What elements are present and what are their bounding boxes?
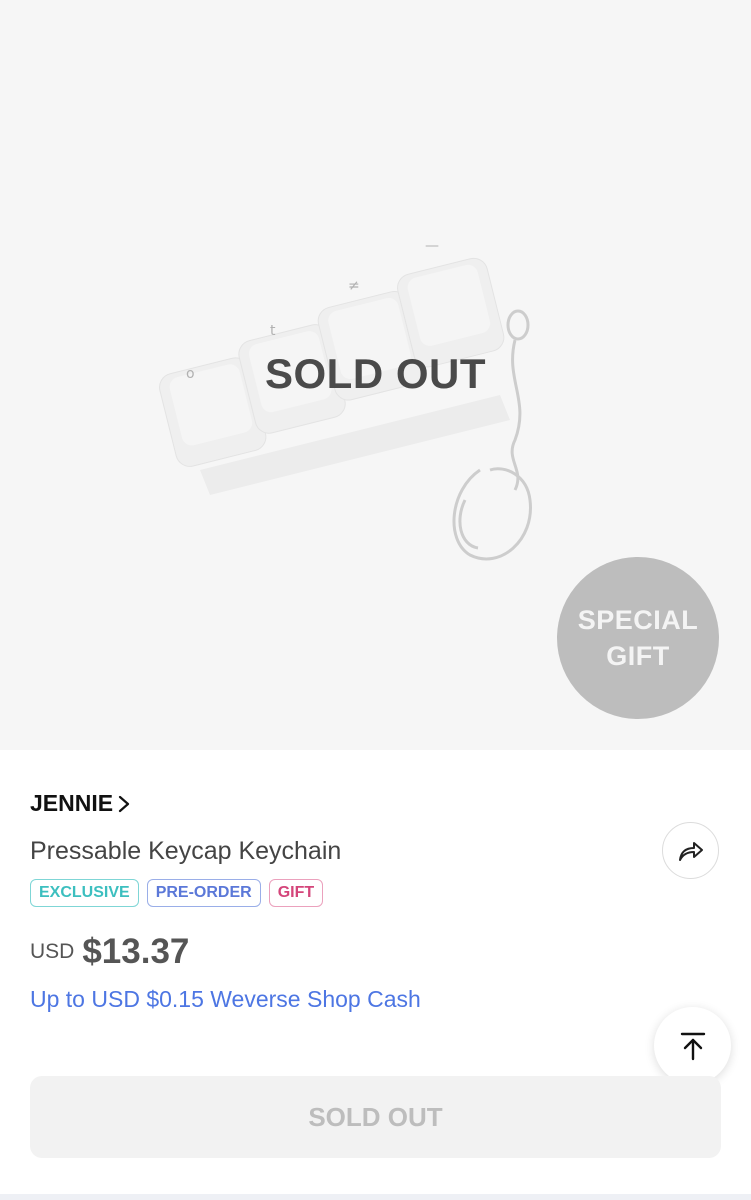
- tag-gift: GIFT: [268, 879, 324, 907]
- sold-out-button[interactable]: SOLD OUT: [30, 1076, 721, 1158]
- tag-exclusive: EXCLUSIVE: [30, 879, 139, 907]
- scroll-to-top-button[interactable]: [654, 1007, 731, 1084]
- chevron-right-icon: [118, 795, 130, 812]
- badge-line-2: GIFT: [606, 641, 670, 671]
- price-currency: USD: [30, 940, 75, 963]
- sold-out-overlay: SOLD OUT: [265, 350, 486, 397]
- artist-name: JENNIE: [30, 790, 114, 816]
- share-button[interactable]: [662, 822, 719, 879]
- svg-text:≠: ≠: [348, 278, 360, 294]
- product-tags: EXCLUSIVE PRE-ORDER GIFT: [30, 879, 324, 907]
- badge-line-1: SPECIAL: [577, 605, 699, 635]
- share-arrow-icon: [678, 841, 703, 861]
- product-title: Pressable Keycap Keychain: [30, 837, 342, 865]
- price-value: $13.37: [82, 932, 190, 971]
- arrow-up-to-top-icon: [680, 1032, 705, 1060]
- price-row: USD $13.37: [30, 932, 189, 972]
- special-gift-badge: SPECIAL GIFT: [557, 557, 719, 719]
- product-page: o t ≠ — SOLD OUT SPECIAL GIFT JENNIE Pre…: [0, 0, 751, 1200]
- tag-pre-order: PRE-ORDER: [146, 879, 261, 907]
- product-image[interactable]: o t ≠ — SOLD OUT SPECIAL GIFT: [0, 0, 751, 750]
- shop-cash-reward: Up to USD $0.15 Weverse Shop Cash: [30, 986, 421, 1012]
- artist-link[interactable]: JENNIE: [30, 790, 131, 817]
- bottom-divider: [0, 1194, 751, 1200]
- svg-text:t: t: [270, 323, 276, 339]
- svg-text:—: —: [425, 238, 439, 254]
